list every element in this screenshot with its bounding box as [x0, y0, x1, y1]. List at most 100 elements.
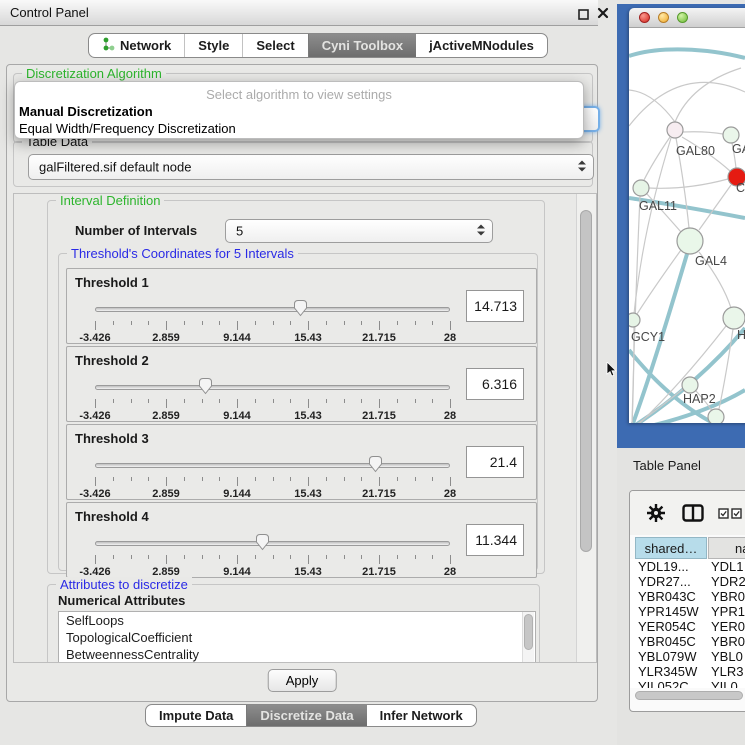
threshold-value-field[interactable]: 6.316 — [466, 368, 524, 400]
tick-mark — [308, 399, 309, 408]
checkbox-icon[interactable] — [731, 507, 742, 522]
network-node[interactable] — [677, 228, 703, 254]
numerical-attributes-list[interactable]: SelfLoopsTopologicalCoefficientBetweenne… — [58, 611, 536, 663]
tick-label: 28 — [444, 332, 456, 344]
network-edge[interactable] — [649, 179, 728, 188]
close-window-icon[interactable] — [639, 12, 650, 23]
network-edge[interactable] — [675, 68, 741, 122]
settings-scrollbar-thumb[interactable] — [580, 210, 592, 552]
network-edge[interactable] — [637, 250, 681, 314]
network-edge[interactable] — [683, 132, 723, 134]
number-of-intervals-combobox[interactable]: 5 — [225, 219, 493, 243]
attribute-list-item[interactable]: BetweennessCentrality — [59, 646, 535, 663]
network-node[interactable] — [723, 307, 745, 329]
table-row[interactable]: YBR043CYBR0 — [630, 589, 745, 604]
tick-mark — [202, 399, 203, 403]
gear-icon[interactable] — [646, 503, 666, 526]
slider-handle[interactable] — [198, 377, 213, 395]
settings-scrollpane: Interval Definition Number of Intervals … — [13, 193, 597, 663]
threshold-slider[interactable]: -3.4262.8599.14415.4321.71528 — [95, 533, 450, 579]
table-row[interactable]: YIL052CYIL0 — [630, 679, 745, 688]
network-canvas[interactable]: GAL80GACGAL11GAL4GCY1HHAP2 — [629, 28, 745, 423]
tab-jactivemnodules[interactable]: jActiveMNodules — [416, 34, 547, 57]
node-label: GAL80 — [676, 144, 715, 158]
tick-mark — [202, 477, 203, 481]
slider-handle[interactable] — [255, 533, 270, 551]
network-node[interactable] — [682, 377, 698, 393]
slider-handle[interactable] — [368, 455, 383, 473]
network-edge[interactable] — [644, 137, 670, 180]
slider-track — [95, 385, 450, 390]
network-edge[interactable] — [632, 196, 640, 423]
tab-label: Select — [256, 38, 294, 53]
thresholds-body: Threshold 1-3.4262.8599.14415.4321.71528… — [59, 254, 537, 570]
threshold-value-field[interactable]: 14.713 — [466, 290, 524, 322]
tab-discretize-data[interactable]: Discretize Data — [246, 705, 366, 726]
minimize-window-icon[interactable] — [658, 12, 669, 23]
network-icon — [102, 37, 115, 54]
tick-mark — [344, 555, 345, 559]
network-node[interactable] — [633, 180, 649, 196]
split-columns-icon[interactable] — [682, 504, 704, 525]
checkbox-icon[interactable] — [718, 507, 729, 522]
column-header[interactable]: shared… — [635, 537, 707, 559]
tick-mark — [326, 321, 327, 325]
slider-tick-labels: -3.4262.8599.14415.4321.71528 — [95, 488, 450, 500]
threshold-slider[interactable]: -3.4262.8599.14415.4321.71528 — [95, 299, 450, 345]
threshold-slider[interactable]: -3.4262.8599.14415.4321.71528 — [95, 377, 450, 423]
network-node[interactable] — [629, 313, 640, 327]
tab-cyni-toolbox[interactable]: Cyni Toolbox — [308, 34, 416, 57]
tab-style[interactable]: Style — [184, 34, 242, 57]
table-horizontal-scrollbar[interactable] — [632, 690, 745, 702]
list-scrollbar-thumb[interactable] — [524, 614, 533, 650]
float-icon[interactable] — [578, 8, 589, 23]
tick-mark — [237, 555, 238, 564]
tick-mark — [415, 477, 416, 481]
slider-handle[interactable] — [293, 299, 308, 317]
cell-name: YBL0 — [711, 649, 743, 664]
table-row[interactable]: YER054CYER0 — [630, 619, 745, 634]
spinner-arrows-icon — [578, 160, 586, 175]
tick-label: 2.859 — [152, 488, 180, 500]
network-edge[interactable] — [629, 49, 745, 58]
threshold-slider[interactable]: -3.4262.8599.14415.4321.71528 — [95, 455, 450, 501]
table-panel-titlebar: Table Panel — [617, 448, 745, 484]
column-header[interactable]: na — [708, 537, 745, 559]
tab-network[interactable]: Network — [89, 34, 184, 57]
algorithm-option[interactable]: Manual Discretization — [15, 103, 583, 120]
attributes-group-title: Attributes to discretize — [56, 577, 192, 592]
table-row[interactable]: YLR345WYLR3 — [630, 664, 745, 679]
settings-scrollbar[interactable] — [576, 194, 596, 662]
cyni-bottom-tabbar: Impute Data Discretize Data Infer Network — [145, 704, 477, 727]
apply-button[interactable]: Apply — [268, 669, 337, 692]
close-icon[interactable] — [597, 7, 609, 22]
table-row[interactable]: YBL079WYBL0 — [630, 649, 745, 664]
attribute-list-item[interactable]: SelfLoops — [59, 612, 535, 629]
network-edge[interactable] — [699, 185, 731, 230]
threshold-label: Threshold 4 — [75, 509, 149, 524]
list-scrollbar[interactable] — [522, 612, 534, 663]
tab-select[interactable]: Select — [242, 34, 307, 57]
threshold-panel: Threshold 2-3.4262.8599.14415.4321.71528… — [66, 346, 537, 422]
network-node[interactable] — [708, 409, 724, 423]
network-window-titlebar[interactable] — [629, 8, 745, 28]
threshold-value-field[interactable]: 11.344 — [466, 524, 524, 556]
attribute-list-item[interactable]: TopologicalCoefficient — [59, 629, 535, 646]
threshold-value-field[interactable]: 21.4 — [466, 446, 524, 478]
tab-label: Discretize Data — [260, 708, 353, 723]
table-data-combobox[interactable]: galFiltered.sif default node — [28, 154, 594, 180]
table-horizontal-scrollbar-thumb[interactable] — [635, 691, 743, 700]
tab-impute-data[interactable]: Impute Data — [146, 705, 246, 726]
table-row[interactable]: YPR145WYPR1 — [630, 604, 745, 619]
table-row[interactable]: YBR045CYBR0 — [630, 634, 745, 649]
network-edge[interactable] — [629, 82, 745, 126]
algorithm-option[interactable]: Equal Width/Frequency Discretization — [15, 120, 583, 137]
zoom-window-icon[interactable] — [677, 12, 688, 23]
network-node[interactable] — [667, 122, 683, 138]
node-label: GAL4 — [695, 254, 727, 268]
network-node[interactable] — [723, 127, 739, 143]
table-row[interactable]: YDR27...YDR2 — [630, 574, 745, 589]
tab-infer-network[interactable]: Infer Network — [367, 705, 476, 726]
table-panel-title: Table Panel — [633, 458, 701, 473]
table-row[interactable]: YDL19...YDL1 — [630, 559, 745, 574]
